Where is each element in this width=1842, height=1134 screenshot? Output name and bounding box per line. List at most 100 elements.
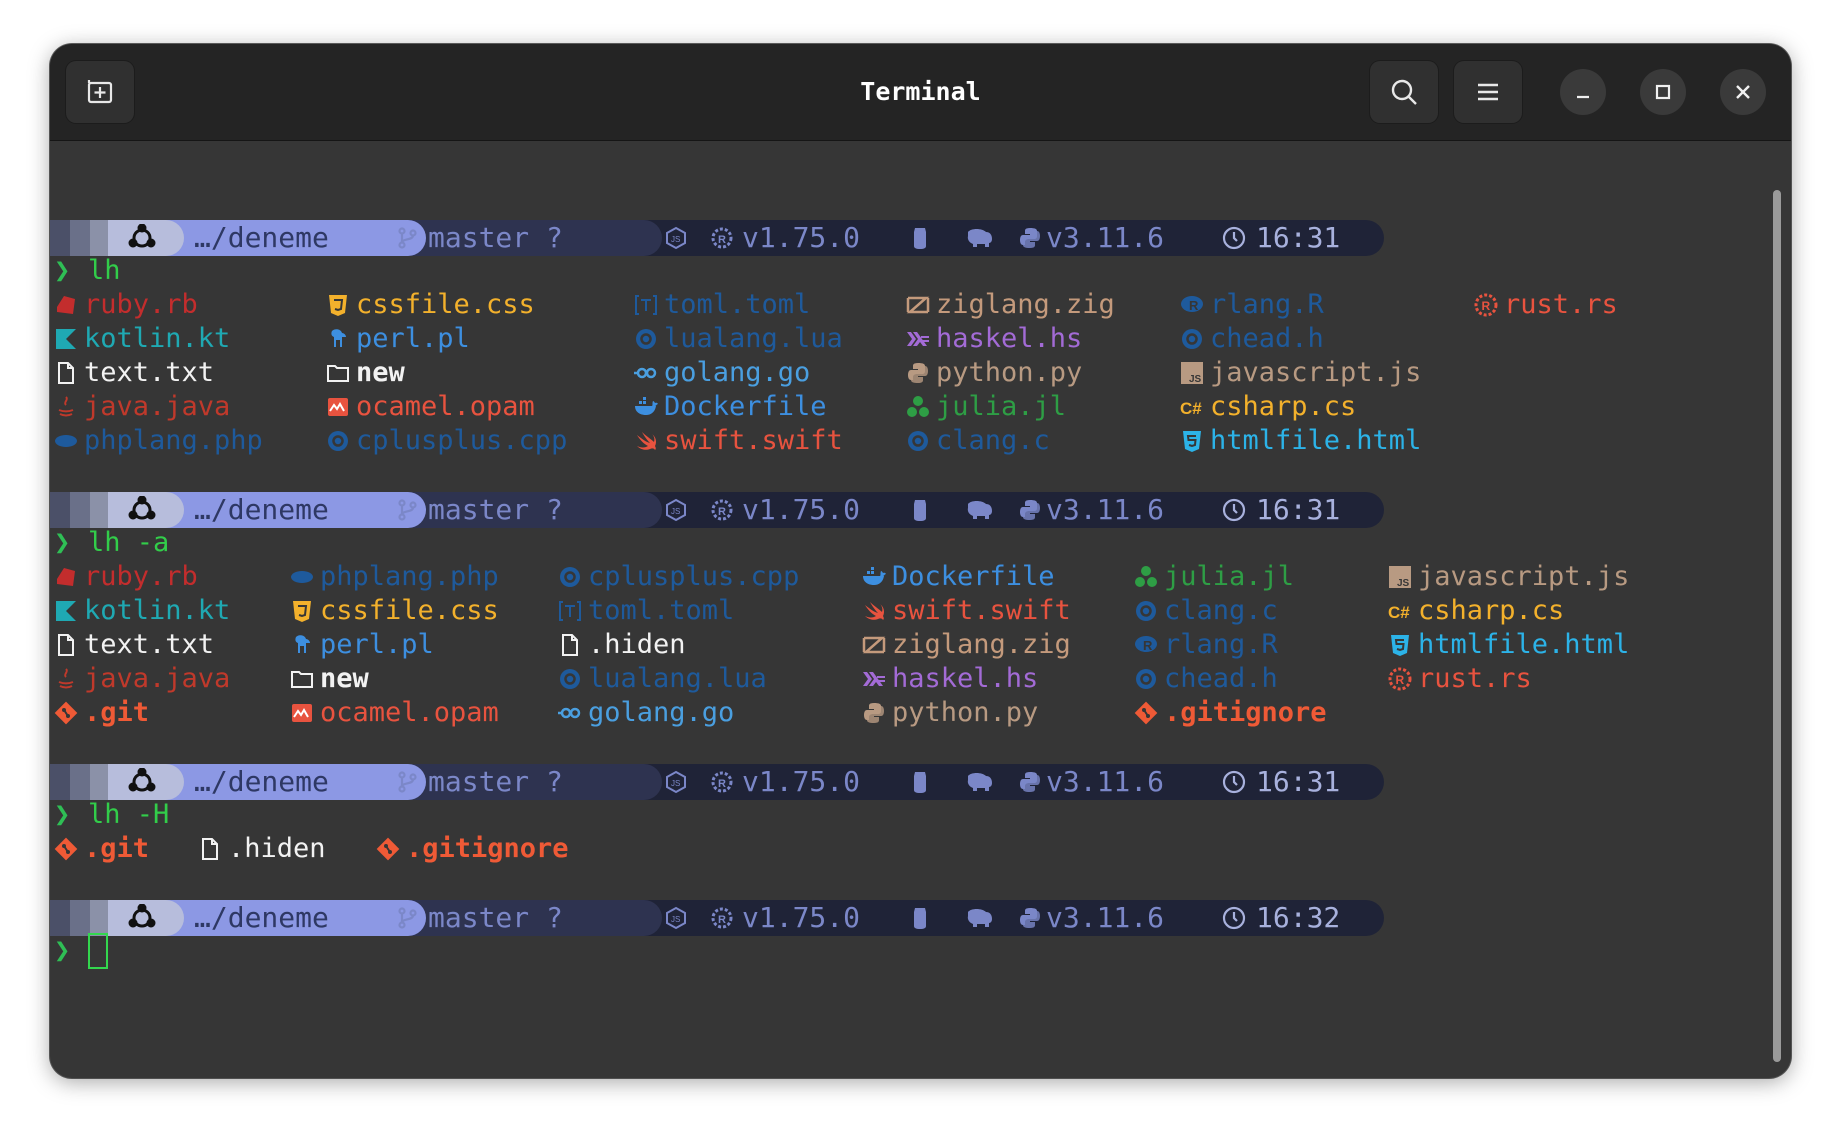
file-entry[interactable]: ocamel.opam (326, 390, 535, 424)
bun-icon (908, 498, 932, 522)
file-entry[interactable]: ruby.rb (54, 560, 198, 594)
minimize-button[interactable] (1560, 69, 1606, 115)
file-entry[interactable]: julia.jl (1134, 560, 1294, 594)
file-entry[interactable]: .gitignore (376, 832, 569, 866)
file-name: ruby.rb (84, 561, 198, 592)
svg-text:JS: JS (671, 915, 680, 924)
prompt-segment (70, 220, 90, 256)
file-entry[interactable]: lualang.lua (634, 322, 843, 356)
file-entry[interactable]: java.java (54, 662, 230, 696)
git-icon (54, 701, 78, 725)
file-entry[interactable]: Rrust.rs (1474, 288, 1618, 322)
file-entry[interactable]: JS javascript.js (1180, 356, 1421, 390)
file-entry[interactable]: java.java (54, 390, 230, 424)
file-entry[interactable]: text.txt (54, 356, 214, 390)
prompt-path: …/deneme (194, 765, 329, 798)
file-entry[interactable]: lualang.lua (558, 662, 767, 696)
file-entry[interactable]: phplang.php (290, 560, 499, 594)
file-entry[interactable]: Rrlang.R (1134, 628, 1278, 662)
file-entry[interactable]: cplusplus.cpp (326, 424, 567, 458)
close-button[interactable] (1720, 69, 1766, 115)
file-name: perl.pl (320, 629, 434, 660)
file-entry[interactable]: perl.pl (326, 322, 470, 356)
file-entry[interactable]: ziglang.zig (862, 628, 1071, 662)
search-button[interactable] (1370, 61, 1438, 123)
file-entry[interactable]: text.txt (54, 628, 214, 662)
zig-icon (906, 293, 930, 317)
file-entry[interactable]: chead.h (1180, 322, 1324, 356)
file-entry[interactable]: ocamel.opam (290, 696, 499, 730)
file-entry[interactable]: perl.pl (290, 628, 434, 662)
file-entry[interactable]: .git (54, 832, 149, 866)
file-entry[interactable]: golang.go (634, 356, 810, 390)
file-entry[interactable]: .git (54, 696, 149, 730)
prompt-segment (90, 220, 110, 256)
html-icon (1180, 429, 1204, 453)
file-entry[interactable]: swift.swift (634, 424, 843, 458)
file-name: rlang.R (1164, 629, 1278, 660)
file-entry[interactable]: Rrlang.R (1180, 288, 1324, 322)
file-entry[interactable]: kotlin.kt (54, 594, 230, 628)
file-entry[interactable]: toml.toml (558, 594, 734, 628)
git-icon (376, 837, 400, 861)
text-cursor[interactable] (88, 933, 108, 969)
terminal-content[interactable]: …/deneme master ? JS Rv1.75.0 v3.11.6 16:31 ❯ l… (50, 140, 1791, 1078)
menu-button[interactable] (1454, 61, 1522, 123)
prompt-git-branch: master ? (428, 765, 563, 798)
file-name: kotlin.kt (84, 595, 231, 626)
prompt-chevron: ❯ (54, 527, 71, 558)
maximize-button[interactable] (1640, 69, 1686, 115)
file-entry[interactable]: .hiden (198, 832, 326, 866)
file-entry[interactable]: haskel.hs (906, 322, 1082, 356)
file-name: new (320, 663, 369, 694)
file-entry[interactable]: ruby.rb (54, 288, 198, 322)
file-entry[interactable]: htmlfile.html (1180, 424, 1421, 458)
file-entry[interactable]: cssfile.css (326, 288, 535, 322)
prompt-segment (90, 492, 110, 528)
git-icon (1134, 701, 1158, 725)
file-entry[interactable]: julia.jl (906, 390, 1066, 424)
scrollbar[interactable] (1773, 190, 1781, 1062)
file-entry[interactable]: .hiden (558, 628, 686, 662)
file-entry[interactable]: new (326, 356, 405, 390)
file-entry[interactable]: swift.swift (862, 594, 1071, 628)
file-entry[interactable]: phplang.php (54, 424, 263, 458)
file-name: python.py (936, 357, 1083, 388)
file-entry[interactable]: chead.h (1134, 662, 1278, 696)
file-entry[interactable]: Dockerfile (862, 560, 1055, 594)
file-entry[interactable]: new (290, 662, 369, 696)
file-entry[interactable]: Rrust.rs (1388, 662, 1532, 696)
svg-text:JS: JS (671, 507, 680, 516)
c-icon (906, 429, 930, 453)
file-name: swift.swift (664, 425, 843, 456)
file-entry[interactable]: python.py (906, 356, 1082, 390)
file-entry[interactable]: .gitignore (1134, 696, 1327, 730)
file-entry[interactable]: C# csharp.cs (1180, 390, 1356, 424)
file-entry[interactable]: htmlfile.html (1388, 628, 1629, 662)
file-entry[interactable]: toml.toml (634, 288, 810, 322)
file-name: htmlfile.html (1210, 425, 1422, 456)
file-entry[interactable]: JS javascript.js (1388, 560, 1629, 594)
file-entry[interactable]: golang.go (558, 696, 734, 730)
file-entry[interactable]: clang.c (1134, 594, 1278, 628)
file-entry[interactable]: C# csharp.cs (1388, 594, 1564, 628)
ocaml-icon (290, 701, 314, 725)
command-text: lh (88, 255, 121, 286)
nodejs-icon: JS (664, 498, 688, 522)
svg-text:R: R (1482, 299, 1491, 313)
file-entry[interactable]: cssfile.css (290, 594, 499, 628)
file-entry[interactable]: Dockerfile (634, 390, 827, 424)
perl-icon (290, 633, 314, 657)
prompt-path: …/deneme (194, 493, 329, 526)
search-icon (1391, 79, 1417, 105)
file-entry[interactable]: kotlin.kt (54, 322, 230, 356)
file-entry[interactable]: python.py (862, 696, 1038, 730)
file-entry[interactable]: haskel.hs (862, 662, 1038, 696)
prompt-rust-version: v1.75.0 (742, 221, 861, 254)
toml-icon (558, 599, 582, 623)
file-entry[interactable]: ziglang.zig (906, 288, 1115, 322)
file-name: rlang.R (1210, 289, 1324, 320)
file-entry[interactable]: cplusplus.cpp (558, 560, 799, 594)
swift-icon (862, 599, 886, 623)
file-entry[interactable]: clang.c (906, 424, 1050, 458)
